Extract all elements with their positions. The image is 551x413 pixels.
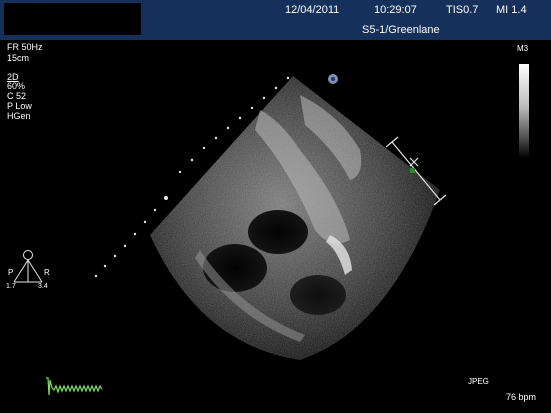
chamber-cavity: [248, 210, 308, 254]
format-label: JPEG: [468, 377, 489, 386]
chamber-cavity-right: [290, 275, 346, 315]
orientation-left-value: 1.7: [6, 283, 16, 290]
orientation-right: R: [44, 268, 50, 277]
ecg-trace: [46, 377, 103, 396]
orientation-triangle-icon: [13, 250, 43, 283]
ultrasound-view: [13, 74, 447, 396]
probe-orientation-icon-core: [331, 77, 335, 81]
heart-rate-label: 76 bpm: [506, 392, 537, 402]
orientation-right-value: 3.4: [38, 283, 48, 290]
caliper-marker: [410, 168, 415, 173]
orientation-posterior: P: [8, 268, 14, 277]
